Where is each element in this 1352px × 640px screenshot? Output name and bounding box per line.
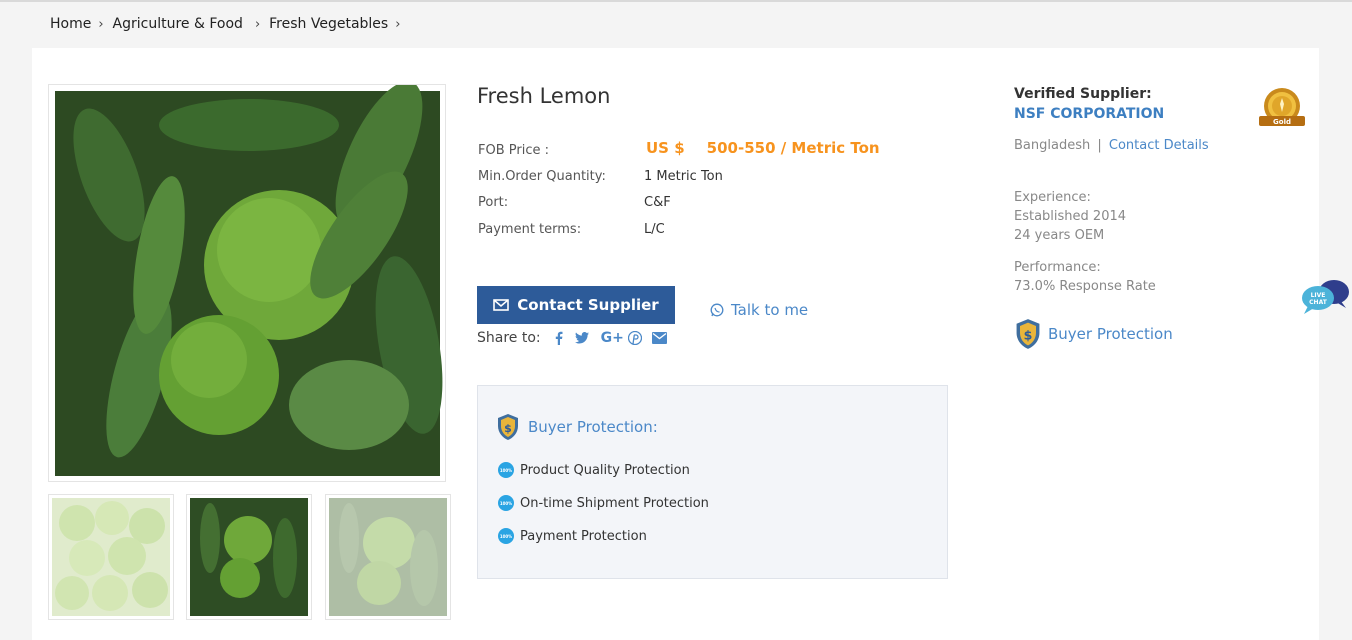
svg-text:$: $ <box>504 422 512 435</box>
supplier-location: Bangladesh | Contact Details <box>1014 138 1209 153</box>
bp-item-quality: 100% Product Quality Protection <box>498 462 690 478</box>
chevron-right-icon: › <box>98 16 104 32</box>
fob-label: FOB Price : <box>478 143 549 158</box>
share-label: Share to: <box>477 330 541 346</box>
svg-text:CHAT: CHAT <box>1309 299 1328 306</box>
years-text: 24 years OEM <box>1014 228 1105 243</box>
bp-item-payment: 100% Payment Protection <box>498 528 647 544</box>
twitter-icon[interactable] <box>574 332 589 344</box>
thumbnail-3[interactable] <box>325 494 451 620</box>
supplier-country: Bangladesh <box>1014 138 1091 153</box>
bp-item-label: On-time Shipment Protection <box>520 495 709 511</box>
medal-text: Gold <box>1273 118 1291 126</box>
fob-price: US $ 500-550 / Metric Ton <box>646 139 880 157</box>
thumbnail-1[interactable] <box>48 494 174 620</box>
buyer-protection-box: $ Buyer Protection: 100% Product Quality… <box>477 385 948 579</box>
moq-value: 1 Metric Ton <box>644 169 723 184</box>
badge-100-icon: 100% <box>498 528 514 544</box>
breadcrumb-home[interactable]: Home <box>50 16 91 32</box>
response-rate: 73.0% Response Rate <box>1014 279 1156 294</box>
contact-supplier-button[interactable]: Contact Supplier <box>477 286 675 324</box>
buyer-protection-link[interactable]: $ Buyer Protection <box>1014 318 1173 350</box>
whatsapp-icon <box>710 303 724 317</box>
contact-supplier-label: Contact Supplier <box>517 296 659 314</box>
chevron-right-icon: › <box>254 16 261 32</box>
live-chat-button[interactable]: LIVE CHAT <box>1300 278 1352 322</box>
contact-details-link[interactable]: Contact Details <box>1109 138 1209 153</box>
breadcrumb-fresh-vegetables[interactable]: Fresh Vegetables <box>269 16 388 32</box>
main-product-image[interactable] <box>48 84 446 482</box>
envelope-icon <box>493 299 510 311</box>
thumbnail-2[interactable] <box>186 494 312 620</box>
top-border <box>0 0 1352 2</box>
price-value: 500-550 / Metric Ton <box>706 139 880 157</box>
google-plus-icon[interactable]: G+ <box>601 330 624 346</box>
bp-item-label: Payment Protection <box>520 528 647 544</box>
port-value: C&F <box>644 195 671 210</box>
buyer-protection-side-label: Buyer Protection <box>1048 325 1173 343</box>
performance-label: Performance: <box>1014 260 1101 275</box>
facebook-icon[interactable] <box>555 331 563 345</box>
talk-to-me-label: Talk to me <box>731 301 809 319</box>
email-icon[interactable] <box>651 332 667 344</box>
svg-text:LIVE: LIVE <box>1311 292 1326 299</box>
payment-value: L/C <box>644 222 665 237</box>
chevron-right-icon: › <box>395 16 401 32</box>
breadcrumb-agriculture[interactable]: Agriculture & Food <box>113 16 243 32</box>
gold-medal-icon: Gold <box>1256 86 1308 136</box>
svg-text:$: $ <box>1024 328 1033 343</box>
badge-100-icon: 100% <box>498 495 514 511</box>
buyer-protection-title: Buyer Protection: <box>528 418 658 436</box>
share-bar: Share to: G+ <box>477 330 667 346</box>
port-label: Port: <box>478 195 509 210</box>
moq-label: Min.Order Quantity: <box>478 169 606 184</box>
breadcrumb: Home › Agriculture & Food › Fresh Vegeta… <box>50 16 409 32</box>
experience-label: Experience: <box>1014 190 1091 205</box>
price-currency: US $ <box>646 139 685 157</box>
pinterest-icon[interactable] <box>627 331 642 345</box>
talk-to-me-link[interactable]: Talk to me <box>710 301 808 319</box>
shield-dollar-icon: $ <box>498 414 518 440</box>
bp-item-shipment: 100% On-time Shipment Protection <box>498 495 709 511</box>
badge-100-icon: 100% <box>498 462 514 478</box>
product-title: Fresh Lemon <box>477 84 611 108</box>
payment-label: Payment terms: <box>478 222 582 237</box>
established-text: Established 2014 <box>1014 209 1127 224</box>
shield-dollar-icon: $ <box>1016 319 1040 349</box>
buyer-protection-heading: $ Buyer Protection: <box>496 413 658 441</box>
separator: | <box>1097 138 1102 153</box>
product-card: Fresh Lemon FOB Price : US $ 500-550 / Me… <box>32 48 1319 640</box>
bp-item-label: Product Quality Protection <box>520 462 690 478</box>
